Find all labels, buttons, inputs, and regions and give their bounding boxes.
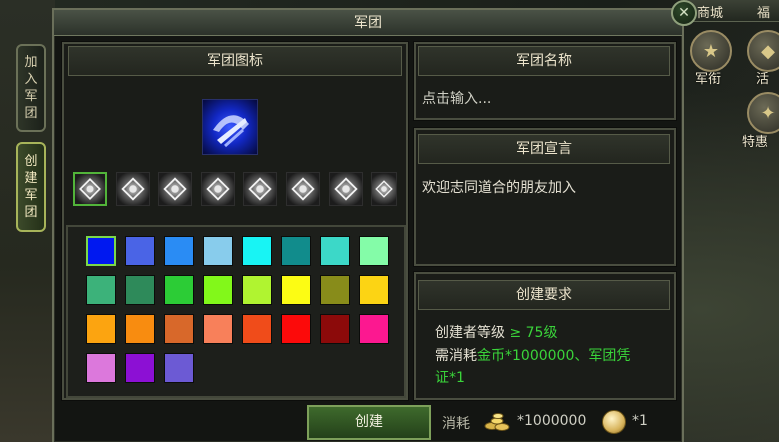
color-swatch[interactable] <box>203 314 233 344</box>
tab-create-char: 团 <box>24 205 38 220</box>
gold-coins-icon <box>484 413 510 431</box>
activity-label: 活 <box>756 72 770 87</box>
color-swatch[interactable] <box>125 314 155 344</box>
emblem-option-icon[interactable] <box>201 172 235 206</box>
cost-label: 消耗 <box>442 416 470 432</box>
special-offer-label: 特惠 <box>742 135 769 150</box>
color-swatch[interactable] <box>242 275 272 305</box>
color-swatch[interactable] <box>281 314 311 344</box>
color-swatch[interactable] <box>242 314 272 344</box>
legion-name-input[interactable]: 点击输入... <box>422 88 491 108</box>
requirement-cost-label: 需消耗 <box>435 348 477 364</box>
tab-create-legion[interactable]: 创 建 军 团 <box>16 142 46 232</box>
emblem-option-icon[interactable] <box>243 172 277 206</box>
color-swatch[interactable] <box>281 236 311 266</box>
color-palette <box>66 225 406 398</box>
emblem-option-icon[interactable] <box>116 172 150 206</box>
tab-join-char: 入 <box>24 72 38 87</box>
color-swatch[interactable] <box>125 353 155 383</box>
tab-create-char: 建 <box>24 171 38 186</box>
color-swatch[interactable] <box>320 236 350 266</box>
emblem-preview <box>202 99 258 155</box>
close-icon[interactable]: ✕ <box>671 0 697 26</box>
gold-cost-amount: *1000000 <box>517 413 587 429</box>
tab-create-char: 军 <box>24 188 38 203</box>
requirement-level: 创建者等级 ≥ 75级 <box>435 322 557 342</box>
emblem-option-icon[interactable] <box>329 172 363 206</box>
tab-join-char: 团 <box>24 106 38 121</box>
color-swatch[interactable] <box>125 275 155 305</box>
welfare-label[interactable]: 福 <box>757 2 770 21</box>
color-swatch[interactable] <box>242 236 272 266</box>
color-swatch[interactable] <box>164 314 194 344</box>
requirements-panel-header: 创建要求 <box>418 280 670 310</box>
requirement-cost-continued: 证*1 <box>435 370 465 386</box>
legion-certificate-icon <box>602 410 626 434</box>
color-swatch[interactable] <box>86 236 116 266</box>
tab-create-char: 创 <box>24 154 38 169</box>
emblem-preview-icon <box>213 115 249 148</box>
color-swatch[interactable] <box>164 353 194 383</box>
color-swatch[interactable] <box>164 275 194 305</box>
tab-join-legion[interactable]: 加 入 军 团 <box>16 44 46 132</box>
requirement-cost-value: 金币*1000000、军团凭 <box>477 348 631 364</box>
tab-join-char: 军 <box>24 89 38 104</box>
color-swatch[interactable] <box>203 275 233 305</box>
color-swatch[interactable] <box>86 275 116 305</box>
declaration-panel-header: 军团宣言 <box>418 134 670 164</box>
color-swatch[interactable] <box>164 236 194 266</box>
declaration-input[interactable]: 欢迎志同道合的朋友加入 <box>422 177 576 197</box>
create-button[interactable]: 创建 <box>307 405 431 440</box>
emblem-option-icon[interactable] <box>158 172 192 206</box>
certificate-cost-amount: *1 <box>632 413 648 429</box>
color-swatch[interactable] <box>359 275 389 305</box>
rank-label: 军衔 <box>695 72 722 87</box>
window-title: 军团 <box>54 10 682 36</box>
shop-label[interactable]: 商城 <box>697 2 723 21</box>
color-swatch[interactable] <box>320 314 350 344</box>
requirement-level-value: ≥ 75级 <box>509 325 558 341</box>
color-swatch[interactable] <box>125 236 155 266</box>
requirement-cost: 需消耗金币*1000000、军团凭 <box>435 345 630 365</box>
emblem-panel-header: 军团图标 <box>68 46 402 76</box>
tab-join-char: 加 <box>24 55 38 70</box>
rank-icon[interactable]: ★ <box>690 30 732 72</box>
requirement-level-label: 创建者等级 <box>435 325 510 341</box>
emblem-option-icon[interactable] <box>371 172 397 206</box>
color-swatch[interactable] <box>86 353 116 383</box>
emblem-option-icon[interactable] <box>73 172 107 206</box>
color-swatch[interactable] <box>320 275 350 305</box>
color-swatch[interactable] <box>86 314 116 344</box>
color-swatch[interactable] <box>359 314 389 344</box>
color-swatch[interactable] <box>359 236 389 266</box>
name-panel-header: 军团名称 <box>418 46 670 76</box>
color-swatch[interactable] <box>203 236 233 266</box>
color-swatch[interactable] <box>281 275 311 305</box>
emblem-option-icon[interactable] <box>286 172 320 206</box>
